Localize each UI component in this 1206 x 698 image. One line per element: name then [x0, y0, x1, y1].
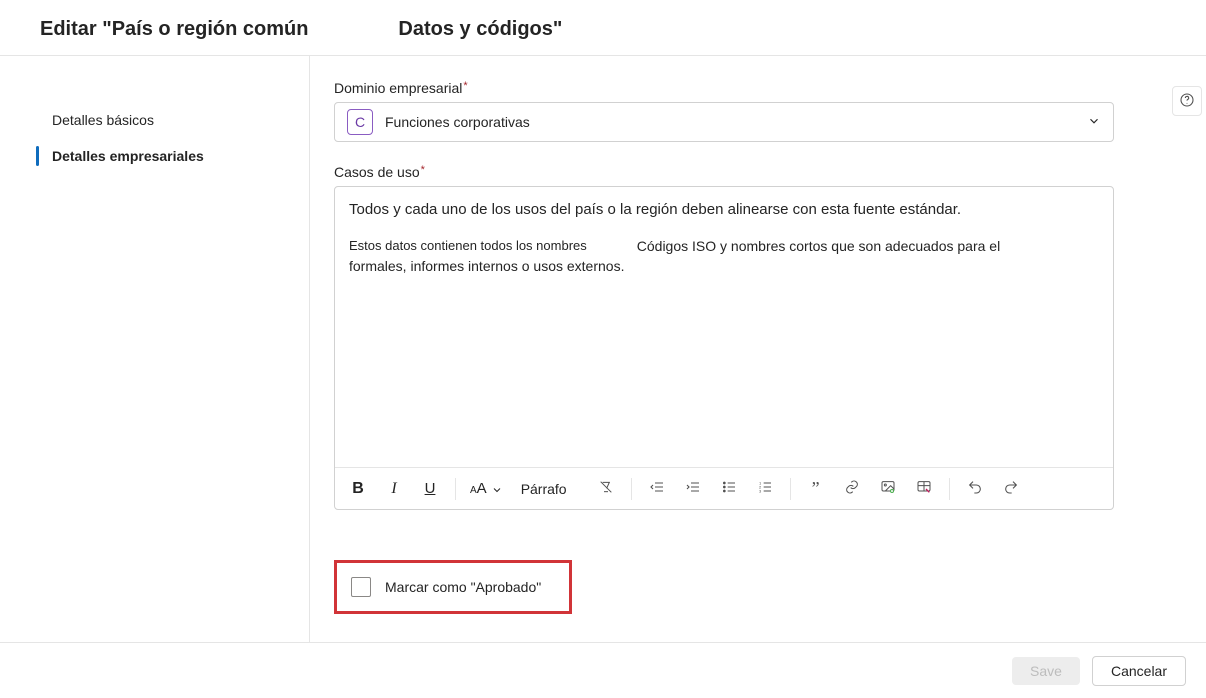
header-title-left: Editar "País o región común — [40, 18, 308, 41]
domain-chip: C — [347, 109, 373, 135]
endorse-checkbox[interactable] — [351, 577, 371, 597]
tab-basic-details[interactable]: Detalles básicos — [0, 102, 309, 138]
outdent-icon — [649, 479, 665, 498]
header-title-right: Datos y códigos" — [398, 18, 562, 41]
endorse-label: Marcar como "Aprobado" — [385, 579, 541, 595]
svg-text:3: 3 — [759, 488, 762, 493]
link-button[interactable] — [837, 474, 867, 504]
bullet-list-icon — [721, 479, 737, 498]
quote-button[interactable]: ” — [801, 474, 831, 504]
editor-line: Estos datos contienen todos los nombres … — [349, 238, 1099, 254]
chevron-down-icon — [491, 483, 503, 495]
chevron-down-icon — [1087, 114, 1101, 131]
outdent-button[interactable] — [642, 474, 672, 504]
font-size-icon: AA — [470, 480, 487, 497]
bold-button[interactable]: B — [343, 474, 373, 504]
number-list-icon: 123 — [757, 479, 773, 498]
cancel-button[interactable]: Cancelar — [1092, 656, 1186, 686]
undo-button[interactable] — [960, 474, 990, 504]
required-mark: * — [421, 164, 425, 176]
help-button[interactable] — [1172, 86, 1202, 116]
image-icon — [880, 479, 896, 498]
clear-format-button[interactable] — [591, 474, 621, 504]
link-icon — [844, 479, 860, 498]
dialog-footer: Save Cancelar — [0, 642, 1206, 698]
indent-icon — [685, 479, 701, 498]
indent-button[interactable] — [678, 474, 708, 504]
tab-label: Detalles empresariales — [52, 148, 204, 164]
field-business-domain: Dominio empresarial* C Funciones corpora… — [334, 80, 1190, 142]
toolbar-separator — [455, 478, 456, 500]
table-button[interactable] — [909, 474, 939, 504]
font-size-picker[interactable]: AA — [466, 480, 507, 497]
italic-icon: I — [391, 480, 396, 498]
clear-format-icon — [598, 479, 614, 498]
tab-label: Detalles básicos — [52, 112, 154, 128]
dialog-header: Editar "País o región común Datos y códi… — [0, 0, 1206, 56]
domain-select[interactable]: C Funciones corporativas — [334, 102, 1114, 142]
endorse-highlight: Marcar como "Aprobado" — [334, 560, 572, 614]
toolbar-separator — [790, 478, 791, 500]
usecases-label: Casos de uso* — [334, 164, 425, 180]
number-list-button[interactable]: 123 — [750, 474, 780, 504]
help-icon — [1179, 92, 1195, 111]
underline-icon: U — [425, 480, 436, 497]
field-use-cases: Casos de uso* Todos y cada uno de los us… — [334, 164, 1190, 510]
toolbar-separator — [949, 478, 950, 500]
underline-button[interactable]: U — [415, 474, 445, 504]
toolbar-separator — [631, 478, 632, 500]
italic-button[interactable]: I — [379, 474, 409, 504]
tab-business-details[interactable]: Detalles empresariales — [0, 138, 309, 174]
save-button: Save — [1012, 657, 1080, 685]
redo-button[interactable] — [996, 474, 1026, 504]
required-mark: * — [463, 80, 467, 92]
editor-content[interactable]: Todos y cada uno de los usos del país o … — [335, 187, 1113, 467]
usecases-editor[interactable]: Todos y cada uno de los usos del país o … — [334, 186, 1114, 510]
main-panel: Dominio empresarial* C Funciones corpora… — [310, 56, 1206, 642]
undo-icon — [967, 479, 983, 498]
editor-toolbar: B I U AA Párrafo 123 ” — [335, 467, 1113, 509]
domain-label: Dominio empresarial* — [334, 80, 468, 96]
style-picker[interactable]: Párrafo — [513, 481, 585, 497]
editor-line: formales, informes internos o usos exter… — [349, 258, 1099, 274]
redo-icon — [1003, 479, 1019, 498]
dialog-sidebar: Detalles básicos Detalles empresariales — [0, 56, 310, 642]
editor-line: Todos y cada uno de los usos del país o … — [349, 201, 1099, 218]
image-button[interactable] — [873, 474, 903, 504]
domain-value: Funciones corporativas — [385, 114, 530, 130]
bold-icon: B — [352, 480, 364, 498]
table-icon — [916, 479, 932, 498]
quote-icon: ” — [812, 478, 820, 499]
bullet-list-button[interactable] — [714, 474, 744, 504]
